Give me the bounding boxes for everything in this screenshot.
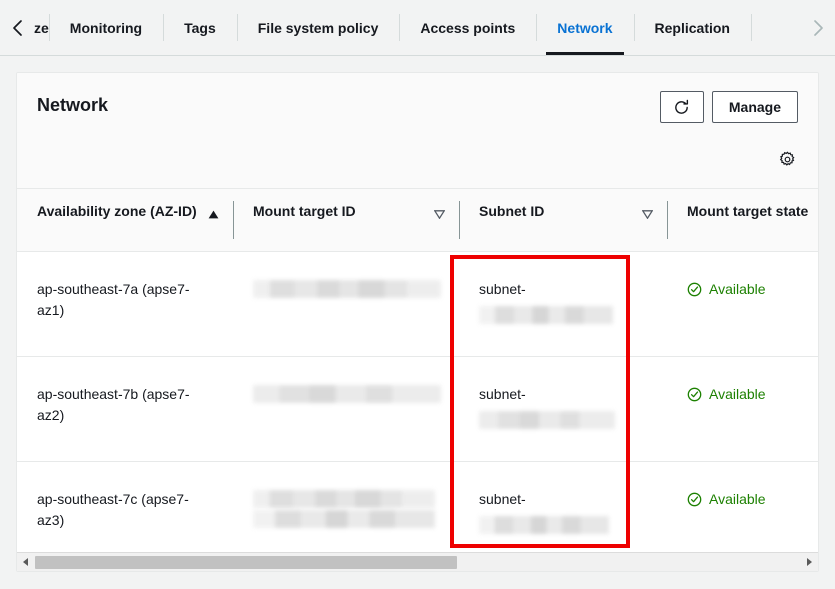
tab-label: Access points bbox=[420, 19, 516, 36]
column-header-label: Mount target ID bbox=[253, 203, 356, 219]
table-header-row: Availability zone (AZ-ID) Mount target I… bbox=[17, 189, 818, 252]
status-badge: Available bbox=[687, 489, 818, 510]
tab-divider bbox=[751, 0, 752, 55]
column-header-availability-zone[interactable]: Availability zone (AZ-ID) bbox=[17, 189, 233, 252]
redacted-value bbox=[479, 305, 613, 324]
page-title: Network bbox=[37, 95, 109, 115]
sort-none-icon bbox=[433, 206, 446, 222]
table-row[interactable]: ap-southeast-7a (apse7-az1) subnet- Avai… bbox=[17, 251, 818, 357]
status-badge: Available bbox=[687, 384, 818, 405]
tab-label: File system policy bbox=[257, 19, 379, 36]
sort-ascending-icon bbox=[208, 206, 219, 222]
column-header-label: Availability zone (AZ-ID) bbox=[37, 203, 197, 219]
cell-subnet-id: subnet- bbox=[459, 461, 667, 546]
table-head: Availability zone (AZ-ID) Mount target I… bbox=[17, 189, 818, 252]
tab-access-points[interactable]: Access points bbox=[399, 0, 536, 55]
column-header-mount-target-id[interactable]: Mount target ID bbox=[233, 189, 459, 252]
tab-label: Replication bbox=[654, 19, 730, 36]
tabs-scroll-left-button[interactable] bbox=[0, 0, 34, 55]
cell-availability-zone: ap-southeast-7a (apse7-az1) bbox=[17, 251, 233, 357]
cell-mount-target-state: Available bbox=[667, 461, 818, 546]
column-header-label: Mount target state bbox=[687, 203, 809, 219]
cell-mount-target-id bbox=[233, 251, 459, 357]
check-circle-icon bbox=[687, 282, 702, 297]
refresh-icon bbox=[673, 99, 690, 116]
check-circle-icon bbox=[687, 387, 702, 402]
tab-label: Tags bbox=[184, 19, 216, 36]
cell-mount-target-state: Available bbox=[667, 356, 818, 462]
manage-button[interactable]: Manage bbox=[711, 91, 798, 123]
tab-file-system-policy[interactable]: File system policy bbox=[236, 0, 400, 55]
cell-mount-target-id bbox=[233, 461, 459, 546]
horizontal-scrollbar[interactable] bbox=[17, 552, 818, 571]
chevron-left-icon bbox=[11, 18, 24, 38]
redacted-value bbox=[253, 279, 441, 298]
redacted-value bbox=[479, 410, 615, 429]
gear-icon bbox=[779, 151, 796, 173]
subnet-id-prefix: subnet- bbox=[479, 490, 526, 507]
tab-label: Monitoring bbox=[69, 19, 143, 36]
subnet-id-prefix: subnet- bbox=[479, 385, 526, 402]
network-panel: Network Manage Availability zone (AZ-ID)… bbox=[16, 72, 819, 572]
status-label: Available bbox=[709, 280, 766, 297]
header-actions: Manage bbox=[659, 91, 798, 123]
status-badge: Available bbox=[687, 279, 818, 300]
panel-header: Network Manage bbox=[17, 73, 818, 189]
table-body: ap-southeast-7a (apse7-az1) subnet- Avai… bbox=[17, 251, 818, 546]
table-row[interactable]: ap-southeast-7b (apse7-az2) subnet- Avai… bbox=[17, 356, 818, 462]
scroll-left-arrow-icon[interactable] bbox=[17, 553, 34, 572]
tab-label: Network bbox=[557, 19, 613, 36]
redacted-value bbox=[253, 509, 435, 528]
cell-subnet-id: subnet- bbox=[459, 356, 667, 462]
redacted-value bbox=[479, 515, 609, 534]
tab-bar: ze Monitoring Tags File system policy Ac… bbox=[0, 0, 835, 56]
preferences-row bbox=[776, 151, 798, 173]
tabs-scroll-right-button[interactable] bbox=[801, 0, 835, 55]
subnet-id-prefix: subnet- bbox=[479, 280, 526, 297]
column-header-subnet-id[interactable]: Subnet ID bbox=[459, 189, 667, 252]
tab-monitoring[interactable]: Monitoring bbox=[48, 0, 163, 55]
tab-tags[interactable]: Tags bbox=[163, 0, 237, 55]
check-circle-icon bbox=[687, 492, 702, 507]
scrollbar-track[interactable] bbox=[34, 553, 801, 572]
cell-availability-zone: ap-southeast-7c (apse7-az3) bbox=[37, 490, 189, 528]
cell-availability-zone: ap-southeast-7b (apse7-az2) bbox=[17, 356, 233, 462]
tab-replication[interactable]: Replication bbox=[633, 0, 751, 55]
tab-clipped-first[interactable]: ze bbox=[34, 0, 49, 55]
status-label: Available bbox=[709, 490, 766, 507]
chevron-right-icon bbox=[812, 18, 825, 38]
table-row[interactable]: ap-southeast-7c (apse7-az3) subnet- Avai… bbox=[17, 461, 818, 546]
tab-network[interactable]: Network bbox=[536, 0, 633, 55]
network-table: Availability zone (AZ-ID) Mount target I… bbox=[17, 189, 818, 546]
sort-none-icon bbox=[641, 206, 654, 222]
scroll-right-arrow-icon[interactable] bbox=[801, 553, 818, 572]
cell-mount-target-id bbox=[233, 356, 459, 462]
redacted-value bbox=[253, 489, 435, 508]
cell-mount-target-state: Available bbox=[667, 251, 818, 357]
column-header-label: Subnet ID bbox=[479, 203, 545, 219]
cell-subnet-id: subnet- bbox=[459, 251, 667, 357]
scrollbar-thumb[interactable] bbox=[35, 555, 457, 569]
tab-list: ze Monitoring Tags File system policy Ac… bbox=[34, 0, 801, 55]
preferences-button[interactable] bbox=[776, 151, 798, 173]
status-label: Available bbox=[709, 385, 766, 402]
column-header-mount-target-state[interactable]: Mount target state bbox=[667, 189, 818, 252]
tab-label: ze bbox=[34, 19, 49, 36]
network-table-scroll-area: Availability zone (AZ-ID) Mount target I… bbox=[17, 189, 818, 546]
redacted-value bbox=[253, 384, 441, 403]
refresh-button[interactable] bbox=[659, 91, 704, 123]
